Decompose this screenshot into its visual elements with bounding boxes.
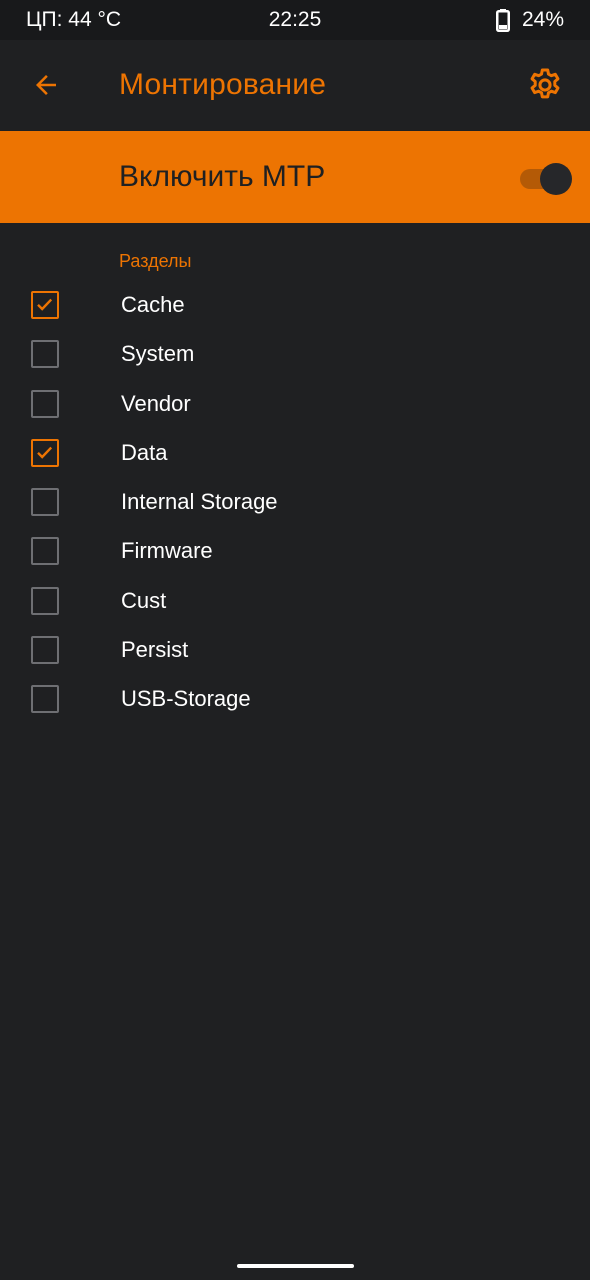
partition-item[interactable]: Data: [0, 429, 590, 478]
partition-label: Cust: [121, 587, 167, 613]
partition-checkbox[interactable]: [31, 636, 59, 665]
battery-percentage: 24%: [521, 8, 564, 31]
checkmark-icon: [37, 446, 53, 459]
checkmark-icon: [37, 298, 53, 311]
partition-list: Cache System Vendor Data Internal Storage Fir…: [0, 281, 590, 725]
battery-icon: [495, 8, 510, 32]
partition-item[interactable]: USB-Storage: [0, 675, 590, 724]
partition-checkbox[interactable]: [31, 438, 59, 467]
arrow-left-icon: [36, 75, 56, 95]
partition-label: Cache: [121, 292, 185, 317]
partition-item[interactable]: Persist: [0, 626, 590, 675]
partition-label: Data: [121, 439, 168, 465]
mtp-toggle-row[interactable]: Включить MTP: [0, 131, 590, 223]
partition-item[interactable]: Internal Storage: [0, 478, 590, 527]
partition-checkbox[interactable]: [31, 340, 59, 369]
back-button[interactable]: [24, 63, 68, 107]
settings-button[interactable]: [522, 62, 568, 108]
home-indicator[interactable]: [237, 1264, 354, 1268]
partition-checkbox[interactable]: [31, 537, 59, 566]
gear-icon: [530, 68, 560, 99]
partition-item[interactable]: Vendor: [0, 380, 590, 429]
partition-label: Vendor: [121, 390, 191, 416]
partition-label: Firmware: [121, 538, 213, 564]
battery-status: 24%: [495, 8, 564, 32]
partition-checkbox[interactable]: [31, 685, 59, 714]
switch-thumb: [540, 163, 572, 195]
status-bar: ЦП: 44 °C 22:25 24%: [0, 0, 590, 40]
page-title: Монтирование: [119, 68, 327, 101]
partition-label: USB-Storage: [121, 686, 251, 712]
partition-item[interactable]: Firmware: [0, 527, 590, 576]
partition-checkbox[interactable]: [31, 291, 59, 319]
partition-label: Internal Storage: [121, 489, 278, 515]
partition-item[interactable]: Cache: [0, 281, 590, 330]
partitions-header: Разделы: [119, 251, 192, 271]
partition-item[interactable]: System: [0, 330, 590, 379]
partition-label: System: [121, 341, 195, 367]
screen: ЦП: 44 °C 22:25 24% Монтирование Включит…: [0, 0, 590, 1280]
mtp-switch[interactable]: [518, 161, 574, 195]
partition-label: Persist: [121, 637, 189, 663]
app-bar: Монтирование: [0, 40, 590, 131]
mtp-label: Включить MTP: [119, 160, 326, 193]
partition-checkbox[interactable]: [31, 488, 59, 517]
partition-checkbox[interactable]: [31, 586, 59, 615]
partition-item[interactable]: Cust: [0, 577, 590, 626]
partition-checkbox[interactable]: [31, 389, 59, 418]
